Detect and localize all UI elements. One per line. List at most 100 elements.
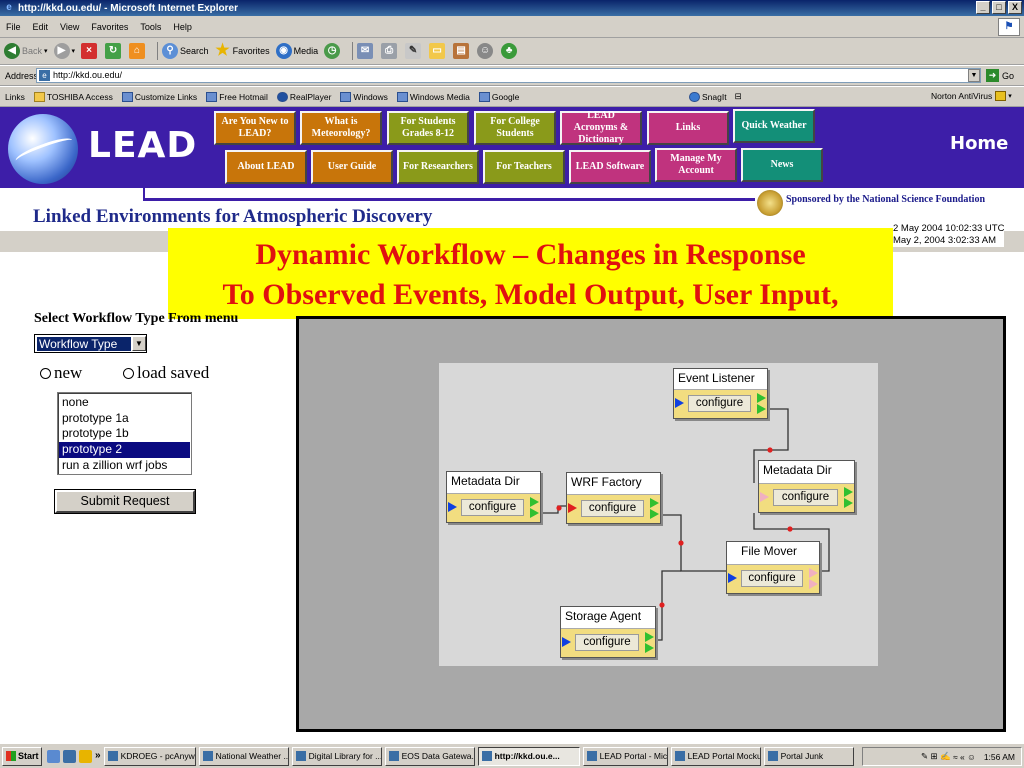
media-button[interactable]: ◉ Media xyxy=(275,43,318,59)
close-button[interactable]: X xyxy=(1008,1,1022,14)
link-realplayer[interactable]: RealPlayer xyxy=(276,91,331,102)
link-hotmail[interactable]: Free Hotmail xyxy=(206,91,268,102)
output-port-icon[interactable] xyxy=(757,404,766,414)
task-item-active[interactable]: http://kkd.ou.e... xyxy=(477,746,580,766)
radio-circle[interactable] xyxy=(123,367,134,379)
task-item[interactable]: Digital Library for ... xyxy=(291,746,382,766)
input-port-icon[interactable] xyxy=(760,492,769,502)
menu-tools[interactable]: Tools xyxy=(140,22,161,32)
start-button[interactable]: Start xyxy=(2,746,42,766)
chevron-more-icon[interactable]: « xyxy=(960,752,965,762)
research-button[interactable]: ▤ xyxy=(453,43,471,59)
node-file-mover[interactable]: File Mover configure xyxy=(726,541,820,594)
node-metadata-dir-left[interactable]: Metadata Dir configure xyxy=(446,471,541,523)
node-metadata-dir-right[interactable]: Metadata Dir configure xyxy=(758,460,855,513)
submit-request-button[interactable]: Submit Request xyxy=(54,489,196,514)
configure-button[interactable]: configure xyxy=(575,634,639,651)
nav-are-you-new[interactable]: Are You New to LEAD? xyxy=(214,111,296,145)
norton-button[interactable]: Norton AntiVirus ▾ xyxy=(931,91,1012,101)
menu-file[interactable]: File xyxy=(6,22,21,32)
refresh-button[interactable]: ↻ xyxy=(105,43,123,59)
nav-lead-software[interactable]: LEAD Software xyxy=(569,150,651,184)
radio-load-saved[interactable]: load saved xyxy=(123,363,209,383)
configure-button[interactable]: configure xyxy=(773,489,838,506)
list-item[interactable]: none xyxy=(59,395,190,411)
task-item[interactable]: LEAD Portal - Micr... xyxy=(582,746,668,766)
node-wrf-factory[interactable]: WRF Factory configure xyxy=(566,472,661,524)
address-dropdown-button[interactable]: ▼ xyxy=(968,69,980,82)
minimize-button[interactable]: _ xyxy=(976,1,990,14)
menu-edit[interactable]: Edit xyxy=(33,22,49,32)
history-button[interactable]: ◷ xyxy=(324,43,342,59)
workflow-listbox[interactable]: none prototype 1a prototype 1b prototype… xyxy=(57,392,192,475)
tray-icon[interactable]: ✍ xyxy=(940,751,951,762)
menu-help[interactable]: Help xyxy=(173,22,192,32)
menu-view[interactable]: View xyxy=(60,22,79,32)
link-customize[interactable]: Customize Links xyxy=(121,91,197,102)
ie-icon[interactable] xyxy=(63,749,76,763)
radio-circle[interactable] xyxy=(40,367,51,379)
search-button[interactable]: ⚲ Search xyxy=(162,43,209,59)
tray-icon[interactable]: ≈ xyxy=(953,752,958,762)
task-item[interactable]: EOS Data Gatewa... xyxy=(384,746,475,766)
nav-for-teachers[interactable]: For Teachers xyxy=(483,150,565,184)
home-link[interactable]: Home xyxy=(950,133,1008,154)
output-port-icon[interactable] xyxy=(530,497,539,507)
nav-for-researchers[interactable]: For Researchers xyxy=(397,150,479,184)
restore-button[interactable]: □ xyxy=(992,1,1006,14)
task-item[interactable]: Portal Junk xyxy=(763,746,854,766)
home-button[interactable]: ⌂ xyxy=(129,43,147,59)
nav-news[interactable]: News xyxy=(741,148,823,182)
chevron-more-icon[interactable]: » xyxy=(95,750,101,763)
link-windows[interactable]: Windows xyxy=(340,91,388,102)
tray-icon[interactable]: ✎ xyxy=(921,751,928,762)
address-input[interactable]: e http://kkd.ou.edu/ xyxy=(36,68,981,83)
print-button[interactable]: ⎙ xyxy=(381,43,399,59)
list-item-selected[interactable]: prototype 2 xyxy=(59,442,190,458)
task-item[interactable]: KDROEG - pcAnyw... xyxy=(103,746,196,766)
output-port-icon[interactable] xyxy=(809,579,818,589)
snagit-button[interactable]: SnagIt ⊟ xyxy=(689,91,742,102)
sponsor-text[interactable]: Sponsored by the National Science Founda… xyxy=(786,194,985,205)
tray-icon[interactable]: ⊞ xyxy=(931,751,938,762)
input-port-icon[interactable] xyxy=(675,398,684,408)
configure-button[interactable]: configure xyxy=(461,499,524,516)
output-port-icon[interactable] xyxy=(645,643,654,653)
configure-button[interactable]: configure xyxy=(581,500,644,517)
nav-manage-my-account[interactable]: Manage My Account xyxy=(655,148,737,182)
buddy-button[interactable]: ♣ xyxy=(501,43,519,59)
desktop-icon[interactable] xyxy=(47,749,60,763)
input-port-icon[interactable] xyxy=(728,573,737,583)
mail-button[interactable]: ✉ xyxy=(357,43,375,59)
forward-button[interactable]: ▶ ▾ xyxy=(53,43,75,59)
go-button[interactable]: ➜ Go xyxy=(986,69,1014,82)
node-event-listener[interactable]: Event Listener configure xyxy=(673,368,768,419)
edit-button[interactable]: ✎ xyxy=(405,43,423,59)
messenger-button[interactable]: ☺ xyxy=(477,43,495,59)
folder-icon[interactable] xyxy=(79,749,92,763)
folder-button[interactable]: ▭ xyxy=(429,43,447,59)
nav-user-guide[interactable]: User Guide xyxy=(311,150,393,184)
list-item[interactable]: prototype 1a xyxy=(59,411,190,427)
link-windows-media[interactable]: Windows Media xyxy=(396,91,470,102)
tray-icon[interactable]: ☺ xyxy=(967,752,976,762)
radio-new[interactable]: new xyxy=(40,363,82,383)
stop-button[interactable]: × xyxy=(81,43,99,59)
node-storage-agent[interactable]: Storage Agent configure xyxy=(560,606,656,658)
input-port-icon[interactable] xyxy=(568,503,577,513)
link-toshiba[interactable]: TOSHIBA Access xyxy=(33,91,113,102)
nav-for-students[interactable]: For Students Grades 8-12 xyxy=(387,111,469,145)
input-port-icon[interactable] xyxy=(562,637,571,647)
output-port-icon[interactable] xyxy=(844,498,853,508)
menu-favorites[interactable]: Favorites xyxy=(91,22,128,32)
output-port-icon[interactable] xyxy=(844,487,853,497)
task-item[interactable]: National Weather ... xyxy=(198,746,289,766)
favorites-button[interactable]: ★ Favorites xyxy=(215,43,269,59)
nav-for-college-students[interactable]: For College Students xyxy=(474,111,556,145)
input-port-icon[interactable] xyxy=(448,502,457,512)
list-item[interactable]: prototype 1b xyxy=(59,426,190,442)
output-port-icon[interactable] xyxy=(650,509,659,519)
output-port-icon[interactable] xyxy=(530,508,539,518)
list-item[interactable]: run a zillion wrf jobs xyxy=(59,458,190,474)
nav-what-is-meteorology[interactable]: What is Meteorology? xyxy=(300,111,382,145)
